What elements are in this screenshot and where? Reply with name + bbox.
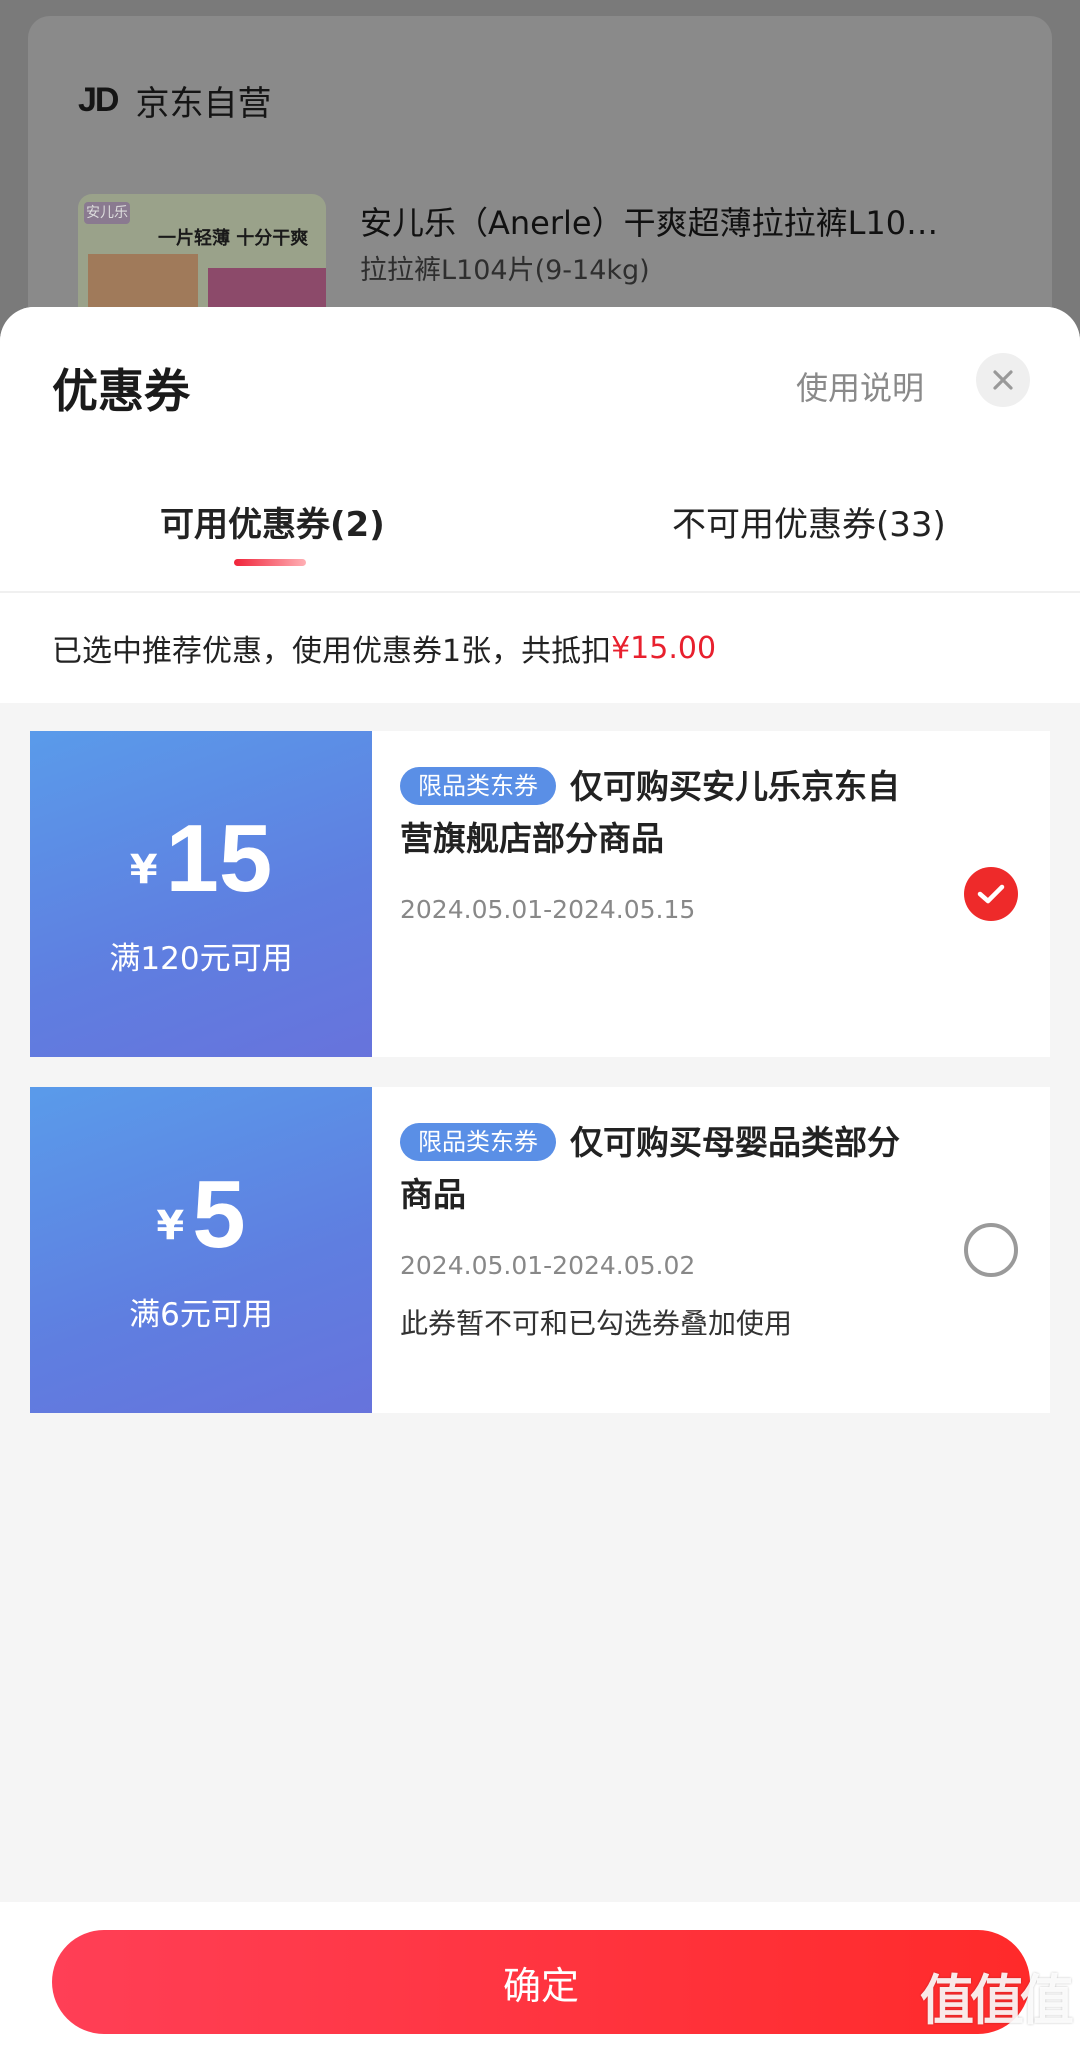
coupon-card[interactable]: ¥ 15 满120元可用 限品类东券 仅可购买安儿乐京东自营旗舰店部分商品 202… <box>26 731 1050 1057</box>
coupon-amount: 5 <box>192 1160 246 1268</box>
sheet-title: 优惠券 <box>52 364 190 418</box>
shop-header: JD 京东自营 <box>78 76 271 125</box>
currency-symbol: ¥ <box>156 1202 185 1249</box>
summary-text: 已选中推荐优惠，使用优惠券1张，共抵扣 <box>52 634 612 669</box>
active-tab-indicator <box>234 559 306 566</box>
coupon-list: ¥ 15 满120元可用 限品类东券 仅可购买安儿乐京东自营旗舰店部分商品 202… <box>0 703 1080 1413</box>
coupon-condition: 满120元可用 <box>109 940 293 977</box>
coupon-condition: 满6元可用 <box>129 1296 273 1333</box>
coupon-title: 限品类东券 仅可购买母婴品类部分商品 <box>400 1117 930 1221</box>
coupon-details: 限品类东券 仅可购买母婴品类部分商品 2024.05.01-2024.05.02 … <box>372 1087 1050 1413</box>
discount-summary: 已选中推荐优惠，使用优惠券1张，共抵扣 ¥15.00 <box>0 593 1080 703</box>
coupon-checkbox-unselected[interactable] <box>964 1223 1018 1277</box>
watermark-url: zhizhizhi.com <box>948 2035 1070 2056</box>
close-icon <box>993 370 1013 390</box>
coupon-card[interactable]: ¥ 5 满6元可用 限品类东券 仅可购买母婴品类部分商品 2024.05.01-2… <box>26 1087 1050 1413</box>
tab-available-coupons[interactable]: 可用优惠券(2) <box>160 497 385 546</box>
coupon-value-panel: ¥ 5 满6元可用 <box>26 1087 372 1413</box>
sheet-footer: 确定 <box>0 1902 1080 2062</box>
coupon-title: 限品类东券 仅可购买安儿乐京东自营旗舰店部分商品 <box>400 761 930 865</box>
watermark-logo: 值值值 <box>920 1969 1074 2032</box>
coupon-value-panel: ¥ 15 满120元可用 <box>26 731 372 1057</box>
coupon-checkbox-selected[interactable] <box>964 867 1018 921</box>
coupon-details: 限品类东券 仅可购买安儿乐京东自营旗舰店部分商品 2024.05.01-2024.… <box>372 731 1050 1057</box>
coupon-validity-date: 2024.05.01-2024.05.15 <box>400 895 696 924</box>
coupon-sheet: 优惠券 使用说明 可用优惠券(2) 不可用优惠券(33) 已选中推荐优惠，使用优… <box>0 307 1080 2062</box>
shop-name: 京东自营 <box>135 84 272 124</box>
close-button[interactable] <box>976 353 1030 407</box>
coupon-amount: 15 <box>165 804 273 912</box>
product-title: 安儿乐（Anerle）干爽超薄拉拉裤L10… <box>360 204 939 242</box>
coupon-type-badge: 限品类东券 <box>400 766 556 805</box>
confirm-button[interactable]: 确定 <box>52 1930 1030 2034</box>
summary-amount: ¥15.00 <box>611 630 717 666</box>
usage-instructions-link[interactable]: 使用说明 <box>796 363 924 409</box>
product-brand-logo: 安儿乐 <box>84 202 130 224</box>
currency-symbol: ¥ <box>129 846 158 893</box>
checkmark-icon <box>977 884 1005 904</box>
coupon-type-badge: 限品类东券 <box>400 1122 556 1161</box>
jd-logo: JD <box>78 81 119 119</box>
coupon-stacking-note: 此券暂不可和已勾选券叠加使用 <box>400 1307 793 1340</box>
sheet-header: 优惠券 使用说明 可用优惠券(2) 不可用优惠券(33) <box>0 307 1080 591</box>
site-watermark: 值值值 zhizhizhi.com <box>920 1956 1074 2056</box>
tab-unavailable-coupons[interactable]: 不可用优惠券(33) <box>672 497 946 546</box>
coupon-validity-date: 2024.05.01-2024.05.02 <box>400 1251 696 1280</box>
product-slogan: 一片轻薄 十分干爽 <box>158 228 309 249</box>
product-spec: 拉拉裤L104片(9-14kg) <box>360 255 650 286</box>
